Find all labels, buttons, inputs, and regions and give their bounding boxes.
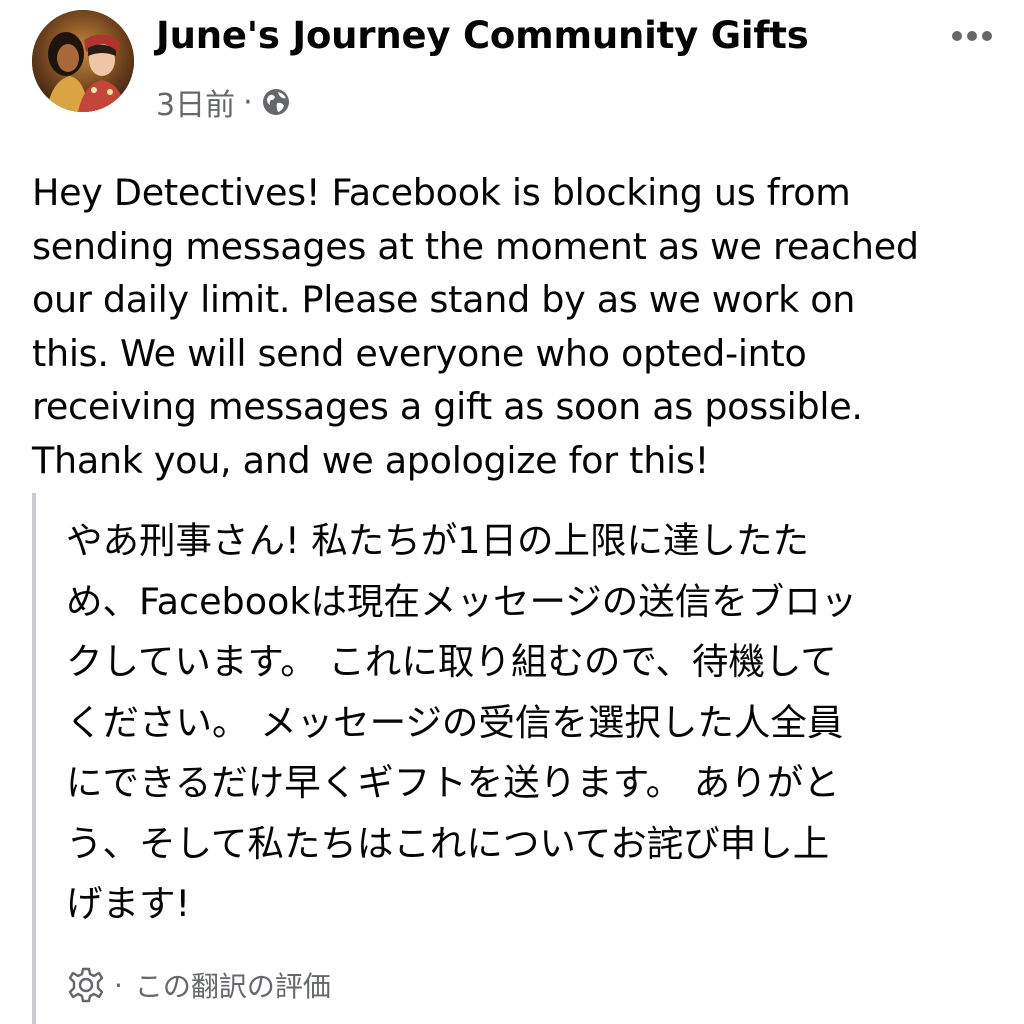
avatar-illustration bbox=[32, 10, 134, 112]
post-header: June's Journey Community Gifts 3日前 · bbox=[32, 10, 1004, 123]
page-name-link[interactable]: June's Journey Community Gifts bbox=[156, 14, 809, 57]
rate-translation-link[interactable]: · この翻訳の評価 bbox=[66, 965, 331, 1005]
more-options-button[interactable] bbox=[950, 16, 994, 56]
globe-icon[interactable] bbox=[261, 87, 291, 117]
meta-separator: · bbox=[243, 84, 253, 120]
page-avatar[interactable] bbox=[32, 10, 134, 112]
post-body-text: Hey Detectives! Facebook is blocking us … bbox=[32, 171, 919, 482]
more-dots-icon bbox=[952, 31, 992, 41]
rate-separator: · bbox=[114, 968, 123, 1002]
gear-icon bbox=[66, 965, 106, 1005]
translation-block: やあ刑事さん! 私たちが1日の上限に達したた め、Facebookは現在メッセー… bbox=[32, 493, 996, 1024]
rate-translation-label[interactable]: この翻訳の評価 bbox=[135, 965, 331, 1005]
translated-text: やあ刑事さん! 私たちが1日の上限に達したた め、Facebookは現在メッセー… bbox=[66, 519, 858, 925]
post-meta: 3日前 · bbox=[156, 80, 291, 124]
post-timestamp[interactable]: 3日前 bbox=[156, 80, 235, 124]
